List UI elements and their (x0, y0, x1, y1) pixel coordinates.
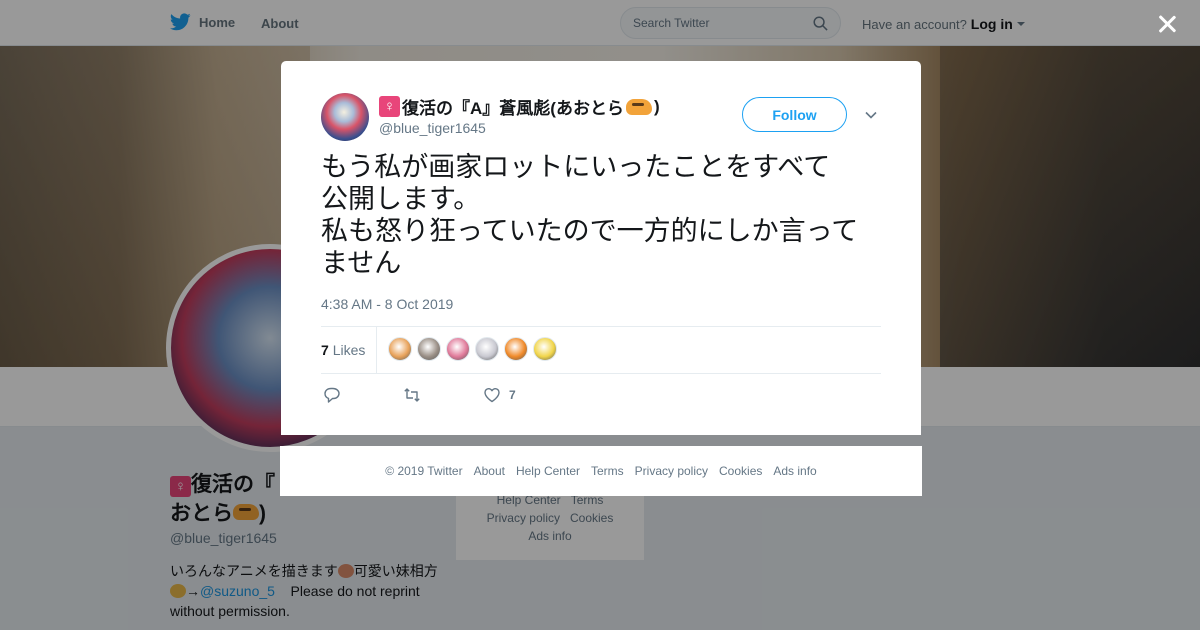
female-sign-icon: ♀ (379, 96, 400, 117)
like-button[interactable]: 7 (483, 386, 516, 404)
tweet-modal: ♀ 復活の『A』蒼風彪(あおとら ) @blue_tiger1645 Follo… (281, 61, 921, 435)
tweet-text-line: ません (321, 248, 402, 279)
footer-link-about[interactable]: About (474, 464, 505, 478)
tweet-text-line: 私も怒り狂っていたので一方的にしか言って (321, 216, 859, 247)
tweet-text-line: もう私が画家ロットにいったことをすべて (321, 152, 831, 183)
tweet-author-name[interactable]: ♀ 復活の『A』蒼風彪(あおとら ) (379, 94, 660, 119)
tweet-author-avatar[interactable] (321, 93, 369, 141)
liker-avatar[interactable] (446, 337, 470, 361)
heart-icon (484, 388, 500, 403)
tweet-timestamp[interactable]: 4:38 AM - 8 Oct 2019 (321, 296, 453, 312)
likes-label: Likes (332, 342, 366, 358)
footer-link-cookies[interactable]: Cookies (719, 464, 762, 478)
footer-copyright: © 2019 Twitter (385, 464, 463, 478)
like-count: 7 (509, 388, 516, 402)
chevron-down-icon[interactable] (864, 108, 878, 122)
stats-divider (376, 327, 377, 373)
tweet-actions: 7 (321, 386, 621, 406)
tweet-text: もう私が画家ロットにいったことをすべて 公開します。 私も怒り狂っていたので一方… (321, 152, 886, 280)
likes-stat[interactable]: 7 Likes (321, 342, 365, 358)
modal-footer: © 2019 Twitter About Help Center Terms P… (280, 446, 922, 496)
reply-button[interactable] (323, 386, 341, 404)
tweet-author-name-close: ) (653, 96, 660, 116)
tweet-stats: 7 Likes (321, 326, 881, 374)
reply-icon (324, 387, 340, 403)
tweet-text-line: 公開します。 (321, 184, 481, 215)
footer-link-privacy[interactable]: Privacy policy (635, 464, 708, 478)
retweet-button[interactable] (403, 386, 421, 404)
liker-avatar[interactable] (475, 337, 499, 361)
tweet-author-name-text: 復活の『A』蒼風彪(あおとら (402, 99, 624, 118)
liker-avatar[interactable] (504, 337, 528, 361)
tiger-icon (625, 98, 652, 115)
likes-count: 7 (321, 342, 329, 358)
tweet-author-handle[interactable]: @blue_tiger1645 (379, 120, 486, 136)
footer-link-help-center[interactable]: Help Center (516, 464, 580, 478)
retweet-icon (404, 388, 420, 402)
liker-avatar[interactable] (533, 337, 557, 361)
liker-avatars (388, 337, 557, 361)
close-icon[interactable] (1155, 12, 1179, 36)
follow-button[interactable]: Follow (742, 97, 847, 132)
liker-avatar[interactable] (417, 337, 441, 361)
liker-avatar[interactable] (388, 337, 412, 361)
footer-link-terms[interactable]: Terms (591, 464, 624, 478)
footer-link-ads-info[interactable]: Ads info (773, 464, 816, 478)
